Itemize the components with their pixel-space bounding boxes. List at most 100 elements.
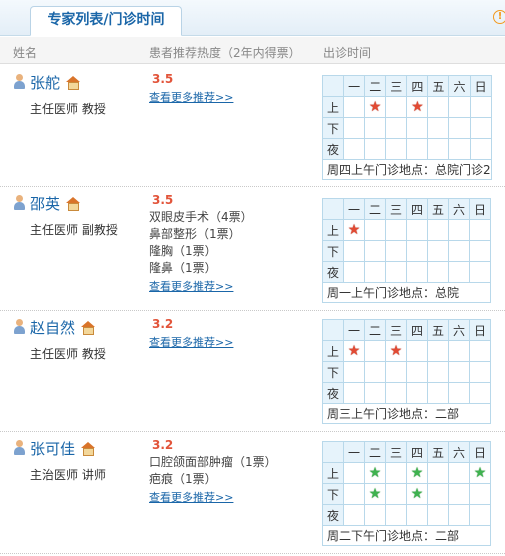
schedule-slot (364, 504, 386, 526)
recommendation-item[interactable]: 口腔颌面部肿瘤（1票） (149, 454, 277, 471)
schedule-slot (343, 382, 365, 404)
schedule-slot (385, 462, 407, 484)
schedule-slot (427, 340, 449, 362)
schedule-slot (427, 117, 450, 139)
schedule-slot (343, 483, 365, 505)
doctor-title: 主治医师 讲师 (30, 468, 106, 482)
schedule-slot (364, 361, 386, 383)
schedule-period-label: 下 (322, 361, 344, 383)
schedule-slot-active[interactable]: ★ (406, 462, 428, 484)
clinic-schedule-table: 一二三四五六日上 ★ ★ 下夜周四上午门诊地点：总院门诊2 (321, 75, 492, 180)
schedule-slot-active[interactable]: ★ (406, 96, 429, 118)
green-star-icon: ★ (410, 486, 424, 502)
home-page-icon[interactable] (66, 197, 81, 211)
doctor-person-icon (13, 74, 25, 89)
schedule-slot (364, 261, 386, 283)
clinic-location-note: 周一上午门诊地点：总院 (322, 282, 491, 303)
schedule-corner (322, 319, 344, 341)
red-star-icon: ★ (347, 343, 361, 359)
schedule-slot (385, 504, 407, 526)
schedule-slot (427, 261, 449, 283)
schedule-day-header: 二 (364, 75, 387, 97)
home-page-icon[interactable] (66, 76, 81, 90)
schedule-slot (385, 96, 408, 118)
schedule-slot-active[interactable]: ★ (364, 483, 386, 505)
recommendation-item[interactable]: 双眼皮手术（4票） (149, 209, 253, 226)
doctor-row: 张可佳 主治医师 讲师 3.2 口腔颌面部肿瘤（1票） 疤痕（1票） 查看更多推荐>> 一二… (0, 432, 505, 554)
info-icon[interactable]: ! (493, 10, 505, 24)
schedule-slot-active[interactable]: ★ (364, 462, 386, 484)
schedule-day-header: 一 (343, 75, 366, 97)
doctor-title: 主任医师 教授 (30, 102, 106, 116)
schedule-slot-active[interactable]: ★ (469, 462, 491, 484)
col-hotness-header: 患者推荐热度（2年内得票） (149, 46, 301, 60)
schedule-slot-active[interactable]: ★ (343, 340, 365, 362)
schedule-slot (406, 340, 428, 362)
schedule-day-header: 日 (469, 441, 491, 463)
clinic-location-note: 周四上午门诊地点：总院门诊2 (322, 159, 492, 180)
schedule-day-header: 五 (427, 75, 450, 97)
more-recommendations-link[interactable]: 查看更多推荐>> (149, 334, 233, 350)
schedule-slot (448, 96, 471, 118)
schedule-slot (469, 96, 492, 118)
schedule-day-header: 三 (385, 75, 408, 97)
schedule-slot (385, 219, 407, 241)
column-header: 姓名 患者推荐热度（2年内得票） 出诊时间 (0, 37, 505, 64)
schedule-slot (385, 361, 407, 383)
schedule-day-header: 四 (406, 75, 429, 97)
doctor-name-link[interactable]: 赵自然 (30, 317, 75, 338)
recommendation-item[interactable]: 隆胸（1票） (149, 243, 217, 260)
doctor-row: 张舵 主任医师 教授 3.5 查看更多推荐>> 一二三四五六日上 ★ ★ 下夜周四上午门诊地点… (0, 66, 505, 187)
doctor-name-link[interactable]: 张舵 (30, 72, 60, 93)
schedule-slot (385, 261, 407, 283)
clinic-schedule-table: 一二三四五六日上 ★ ★ ★ 下 ★ ★ 夜周二下午门诊地点：二部 (322, 441, 491, 546)
recommend-score: 3.2 (152, 438, 174, 452)
schedule-day-header: 一 (343, 319, 365, 341)
schedule-slot (469, 219, 491, 241)
home-page-icon[interactable] (81, 442, 96, 456)
schedule-period-label: 上 (322, 219, 344, 241)
schedule-slot (364, 340, 386, 362)
red-star-icon: ★ (347, 222, 361, 238)
more-recommendations-link[interactable]: 查看更多推荐>> (149, 278, 233, 294)
doctor-person-icon (13, 440, 25, 455)
recommendation-item[interactable]: 鼻部整形（1票） (149, 226, 241, 243)
schedule-period-label: 夜 (322, 261, 344, 283)
col-clinic-header: 出诊时间 (323, 46, 372, 60)
schedule-slot (427, 483, 449, 505)
home-page-icon[interactable] (81, 321, 96, 335)
schedule-slot (427, 382, 449, 404)
schedule-slot (406, 240, 428, 262)
green-star-icon: ★ (368, 465, 382, 481)
doctor-name-link[interactable]: 邵英 (30, 193, 60, 214)
recommendation-item[interactable]: 疤痕（1票） (149, 471, 217, 488)
doctor-name-link[interactable]: 张可佳 (30, 438, 75, 459)
schedule-slot (448, 261, 470, 283)
schedule-slot (469, 382, 491, 404)
schedule-corner (321, 75, 345, 97)
schedule-corner (322, 441, 344, 463)
schedule-slot-active[interactable]: ★ (364, 96, 387, 118)
schedule-day-header: 一 (343, 198, 365, 220)
schedule-slot (406, 504, 428, 526)
more-recommendations-link[interactable]: 查看更多推荐>> (149, 89, 233, 105)
schedule-day-header: 四 (406, 198, 428, 220)
schedule-period-label: 下 (322, 483, 344, 505)
schedule-day-header: 三 (385, 198, 407, 220)
recommendation-item[interactable]: 隆鼻（1票） (149, 260, 217, 277)
schedule-slot (448, 382, 470, 404)
more-recommendations-link[interactable]: 查看更多推荐>> (149, 489, 233, 505)
tab-expert-list[interactable]: 专家列表/门诊时间 (30, 6, 182, 36)
schedule-day-header: 三 (385, 319, 407, 341)
schedule-slot (448, 340, 470, 362)
schedule-slot-active[interactable]: ★ (385, 340, 407, 362)
schedule-slot (406, 117, 429, 139)
schedule-slot (343, 240, 365, 262)
schedule-day-header: 二 (364, 198, 386, 220)
recommend-score: 3.5 (152, 72, 174, 86)
schedule-slot-active[interactable]: ★ (343, 219, 365, 241)
schedule-slot (448, 361, 470, 383)
schedule-slot-active[interactable]: ★ (406, 483, 428, 505)
schedule-slot (343, 117, 366, 139)
schedule-day-header: 六 (448, 441, 470, 463)
